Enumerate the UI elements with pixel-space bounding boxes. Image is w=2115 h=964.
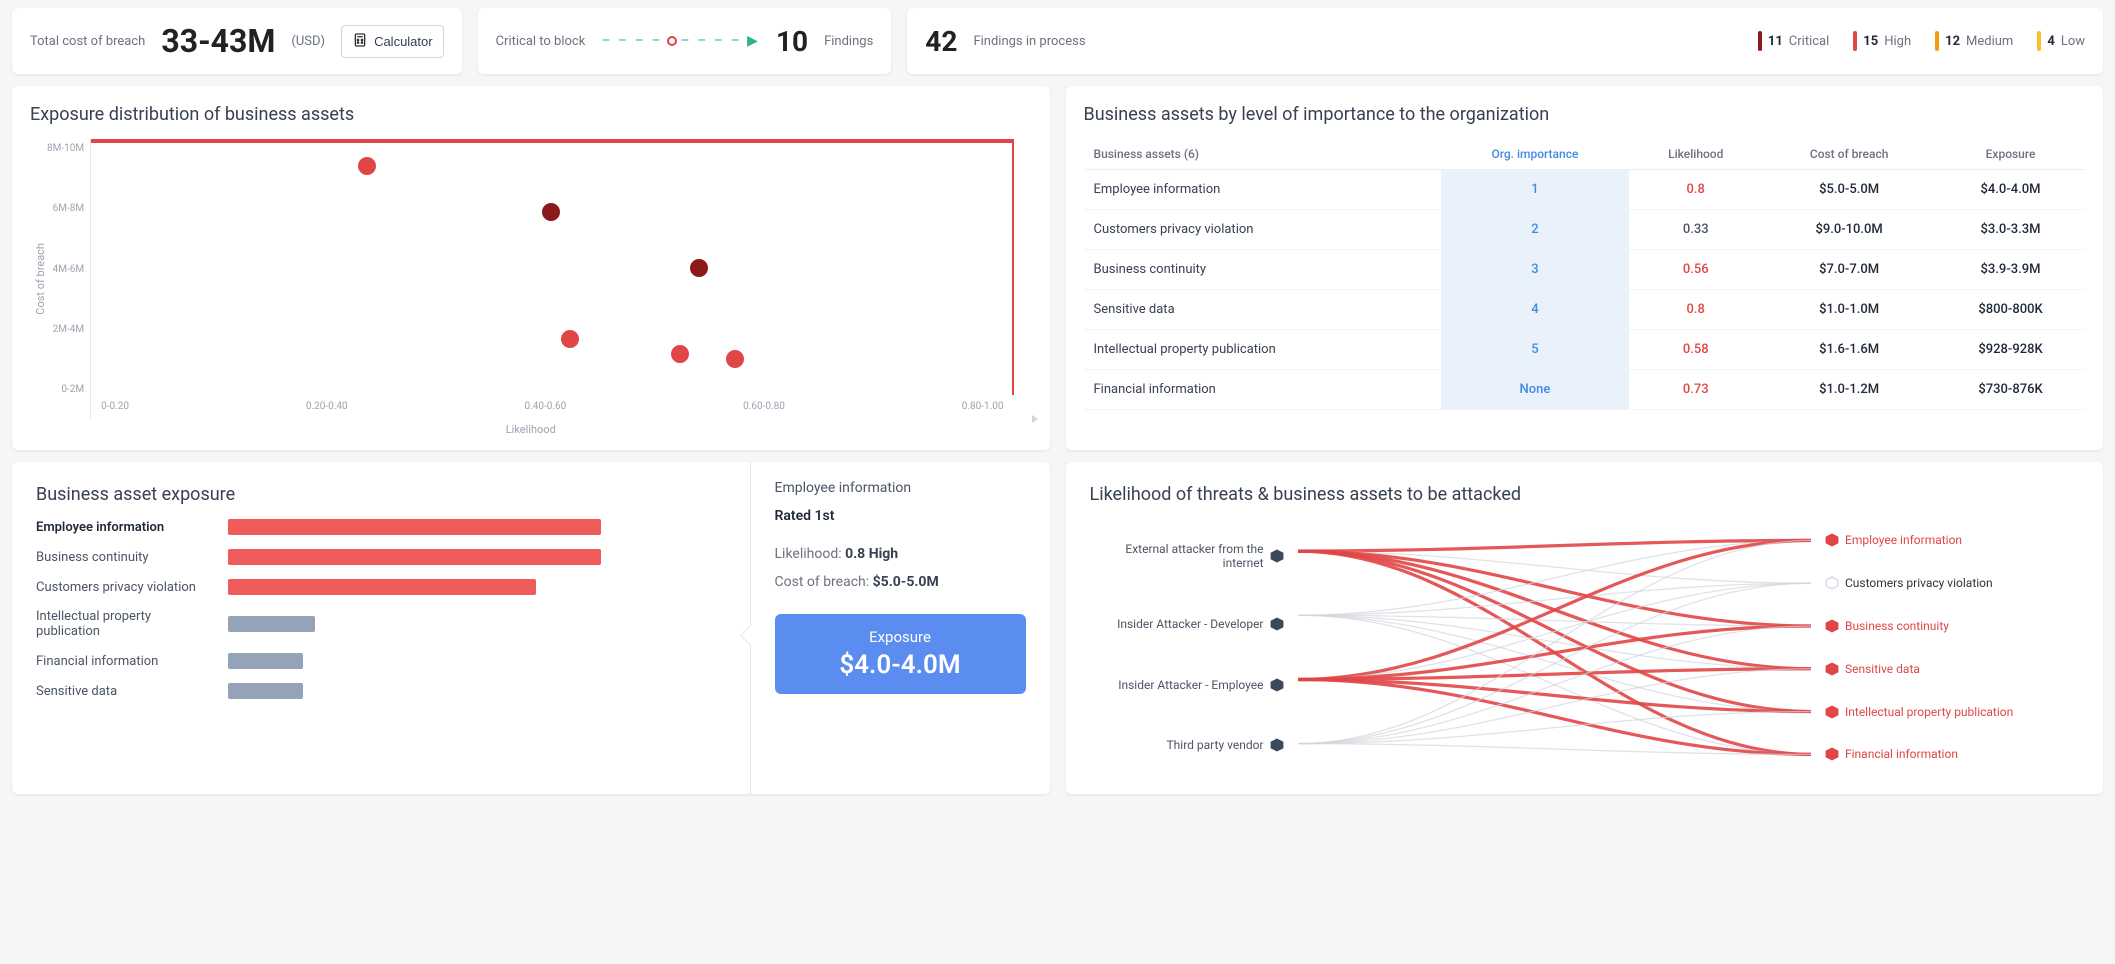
table-row[interactable]: Business continuity30.56$7.0-7.0M$3.9-3.… — [1084, 250, 2086, 290]
bar-row[interactable]: Customers privacy violation — [36, 579, 726, 595]
sankey-target[interactable]: Employee information — [1819, 533, 2079, 547]
cost-value: $5.0-5.0M — [873, 574, 939, 590]
table-row[interactable]: Employee information10.8$5.0-5.0M$4.0-4.… — [1084, 170, 2086, 210]
bar-row[interactable]: Employee information — [36, 519, 726, 535]
sankey-source[interactable]: Insider Attacker - Developer — [1090, 617, 1290, 631]
panel-title: Exposure distribution of business assets — [30, 104, 1032, 125]
sankey-source[interactable]: External attacker from the internet — [1090, 542, 1290, 571]
y-ticks: 8M-10M6M-8M4M-6M2M-4M0-2M — [47, 139, 90, 419]
detail-rank: Rated 1st — [775, 508, 1026, 524]
table-row[interactable]: Sensitive data40.8$1.0-1.0M$800-800K — [1084, 290, 2086, 330]
calculator-button[interactable]: Calculator — [341, 25, 444, 58]
col-importance[interactable]: Org. importance — [1441, 139, 1630, 170]
panel-title: Business asset exposure — [36, 484, 726, 505]
cost-label: Cost of breach: — [775, 574, 870, 590]
scatter-dot[interactable] — [690, 259, 708, 277]
bar-row[interactable]: Sensitive data — [36, 683, 726, 699]
sankey-chart — [1298, 519, 1812, 776]
exposure-detail: Employee information Rated 1st Likelihoo… — [750, 462, 1050, 794]
critical-block-card: Critical to block – – – – – – – – ▶ 10 F… — [478, 8, 892, 74]
scatter-dot[interactable] — [726, 350, 744, 368]
scatter-dot[interactable] — [561, 330, 579, 348]
assets-table: Business assets (6) Org. importance Like… — [1084, 139, 2086, 410]
exposure-value-box: Exposure $4.0-4.0M — [775, 614, 1026, 694]
severity-item[interactable]: 11 Critical — [1758, 31, 1829, 51]
col-assets[interactable]: Business assets (6) — [1084, 139, 1441, 170]
panel-title: Business assets by level of importance t… — [1084, 104, 2086, 125]
sankey-source[interactable]: Insider Attacker - Employee — [1090, 678, 1290, 692]
arrow-trail-icon: – – – – – – – – ▶ — [601, 33, 760, 49]
critical-block-label: Critical to block — [496, 34, 586, 49]
likelihood-sankey-panel: Likelihood of threats & business assets … — [1066, 462, 2104, 794]
sankey-sources: External attacker from the internet Insid… — [1090, 519, 1290, 776]
bar-row[interactable]: Business continuity — [36, 549, 726, 565]
table-row[interactable]: Financial informationNone0.73$1.0-1.2M$7… — [1084, 370, 2086, 410]
bar-row[interactable]: Intellectual property publication — [36, 609, 726, 639]
x-ticks: 0-0.200.20-0.400.40-0.600.60-0.800.80-1.… — [91, 397, 1013, 419]
severity-item[interactable]: 15 High — [1853, 31, 1911, 51]
calculator-icon — [352, 32, 368, 51]
assets-table-panel: Business assets by level of importance t… — [1066, 86, 2104, 450]
sankey-target[interactable]: Intellectual property publication — [1819, 705, 2079, 719]
table-row[interactable]: Intellectual property publication50.58$1… — [1084, 330, 2086, 370]
col-cost[interactable]: Cost of breach — [1762, 139, 1936, 170]
findings-label: Findings — [824, 34, 873, 49]
sankey-targets: Employee information Customers privacy vi… — [1819, 519, 2079, 776]
sankey-target[interactable]: Customers privacy violation — [1819, 576, 2079, 590]
detail-name: Employee information — [775, 480, 1026, 496]
critical-block-value: 10 — [776, 25, 808, 58]
table-row[interactable]: Customers privacy violation20.33$9.0-10.… — [1084, 210, 2086, 250]
exposure-title: Exposure — [795, 628, 1006, 646]
scatter-dot[interactable] — [358, 157, 376, 175]
x-axis-label: Likelihood — [30, 423, 1032, 436]
total-cost-label: Total cost of breach — [30, 34, 145, 49]
col-likelihood[interactable]: Likelihood — [1629, 139, 1762, 170]
col-exposure[interactable]: Exposure — [1936, 139, 2085, 170]
scatter-plot — [91, 139, 1013, 395]
kpi-row: Total cost of breach 33-43M (USD) Calcul… — [0, 0, 2115, 82]
sankey-target[interactable]: Business continuity — [1819, 619, 2079, 633]
scatter-dot[interactable] — [671, 345, 689, 363]
sankey-target[interactable]: Sensitive data — [1819, 662, 2079, 676]
severity-item[interactable]: 4 Low — [2037, 31, 2085, 51]
total-cost-unit: (USD) — [291, 34, 325, 49]
exposure-distribution-panel: Exposure distribution of business assets… — [12, 86, 1050, 450]
sankey-target[interactable]: Financial information — [1819, 747, 2079, 761]
scatter-dot[interactable] — [542, 203, 560, 221]
bar-row[interactable]: Financial information — [36, 653, 726, 669]
findings-process-value: 42 — [925, 25, 957, 58]
likelihood-label: Likelihood: — [775, 546, 842, 562]
likelihood-value: 0.8 High — [845, 546, 898, 562]
severity-list: 11 Critical 15 High 12 Medium 4 Low — [1758, 31, 2085, 51]
total-cost-card: Total cost of breach 33-43M (USD) Calcul… — [12, 8, 462, 74]
calculator-label: Calculator — [374, 34, 433, 49]
total-cost-value: 33-43M — [161, 22, 275, 60]
business-asset-exposure-panel: Business asset exposure Employee informa… — [12, 462, 1050, 794]
severity-item[interactable]: 12 Medium — [1935, 31, 2013, 51]
findings-process-card: 42 Findings in process 11 Critical 15 Hig… — [907, 8, 2103, 74]
y-axis-label: Cost of breach — [30, 243, 47, 315]
sankey-source[interactable]: Third party vendor — [1090, 738, 1290, 752]
panel-title: Likelihood of threats & business assets … — [1090, 484, 2080, 505]
findings-process-label: Findings in process — [973, 34, 1085, 49]
exposure-value: $4.0-4.0M — [795, 650, 1006, 680]
